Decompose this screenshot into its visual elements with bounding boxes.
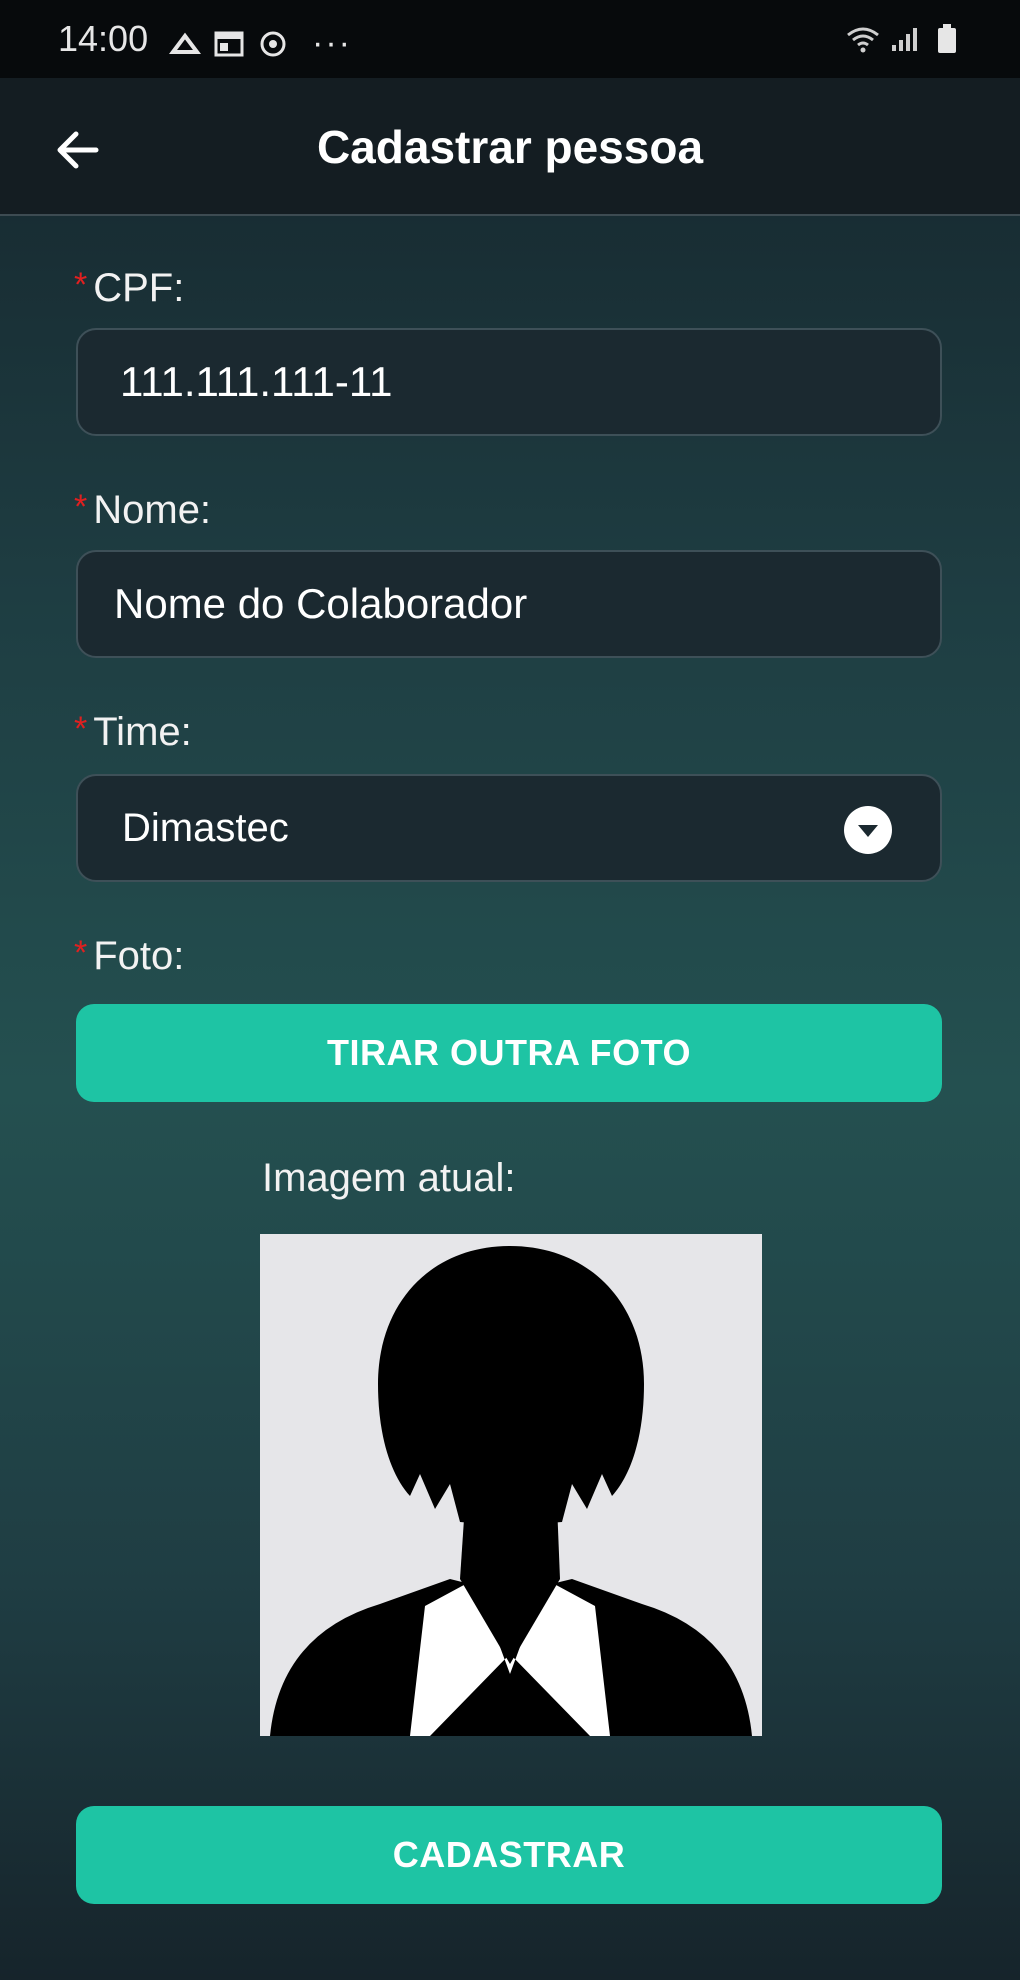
nome-label: * Nome: [74,488,211,533]
time-label: * Time: [74,710,192,755]
nome-input[interactable]: Nome do Colaborador [76,550,942,658]
time-select-value: Dimastec [122,805,289,850]
nome-label-text: Nome: [93,488,212,532]
wifi-icon [846,22,880,56]
signal-icon [888,22,922,56]
cpf-input[interactable]: 111.111.111-11 [76,328,942,436]
register-button[interactable]: CADASTRAR [76,1806,942,1904]
time-label-text: Time: [93,710,192,754]
battery-icon [930,22,964,56]
required-mark: * [74,488,88,526]
foto-label-text: Foto: [93,934,185,978]
status-icons-right [846,22,964,56]
avatar-placeholder-image [260,1234,762,1736]
required-mark: * [74,266,88,304]
chevron-down-circle-icon[interactable] [844,806,892,854]
nome-input-value: Nome do Colaborador [114,580,528,627]
cloud-upload-icon [168,27,202,61]
foto-label: * Foto: [74,934,184,979]
status-time: 14:00 [58,18,149,59]
take-photo-button[interactable]: TIRAR OUTRA FOTO [76,1004,942,1102]
app-bar: Cadastrar pessoa [0,78,1020,216]
cpf-input-value: 111.111.111-11 [120,358,393,405]
calendar-icon [212,27,246,61]
current-image-label: Imagem atual: [262,1156,516,1200]
time-select[interactable]: Dimastec [76,774,942,882]
status-bar: 14:00 ··· [0,0,1020,78]
required-mark: * [74,710,88,748]
status-icons-left: ··· [168,24,352,63]
required-mark: * [74,934,88,972]
page-title: Cadastrar pessoa [316,121,704,173]
cpf-label-text: CPF: [93,266,185,310]
sync-icon [256,27,290,61]
more-notifications-icon: ··· [312,24,352,62]
cpf-label: * CPF: [74,266,184,311]
